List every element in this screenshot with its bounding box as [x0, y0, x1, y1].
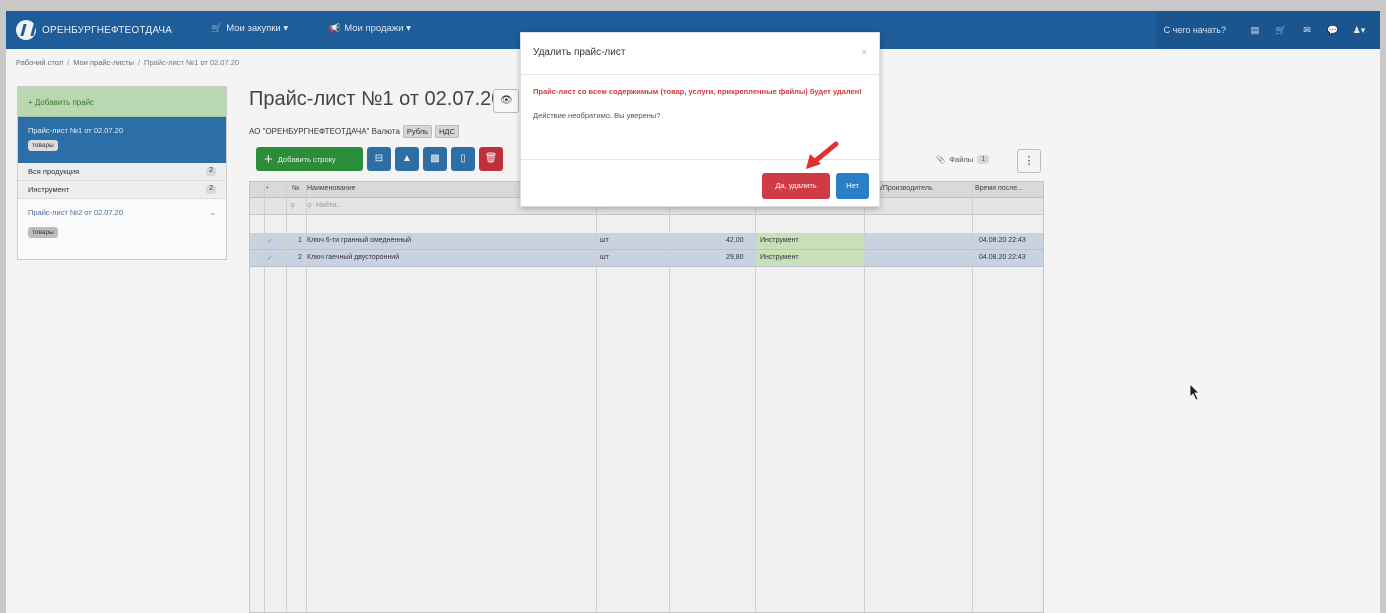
close-icon[interactable]: × — [862, 47, 867, 57]
modal-title: Удалить прайс-лист — [521, 33, 879, 75]
delete-price-modal: Удалить прайс-лист × Прайс-лист со всем … — [520, 32, 880, 207]
red-arrow-icon — [806, 141, 839, 169]
confirm-delete-button[interactable]: Да, удалить — [762, 173, 830, 199]
confirm-question: Действие необратимо. Вы уверены? — [533, 111, 661, 120]
cancel-button[interactable]: Нет — [836, 173, 869, 199]
modal-body: Прайс-лист со всем содержимым (товар, ус… — [521, 75, 879, 120]
mouse-pointer-icon — [1190, 384, 1200, 400]
modal-backdrop: Удалить прайс-лист × Прайс-лист со всем … — [0, 0, 1386, 613]
delete-warning: Прайс-лист со всем содержимым (товар, ус… — [533, 87, 862, 96]
